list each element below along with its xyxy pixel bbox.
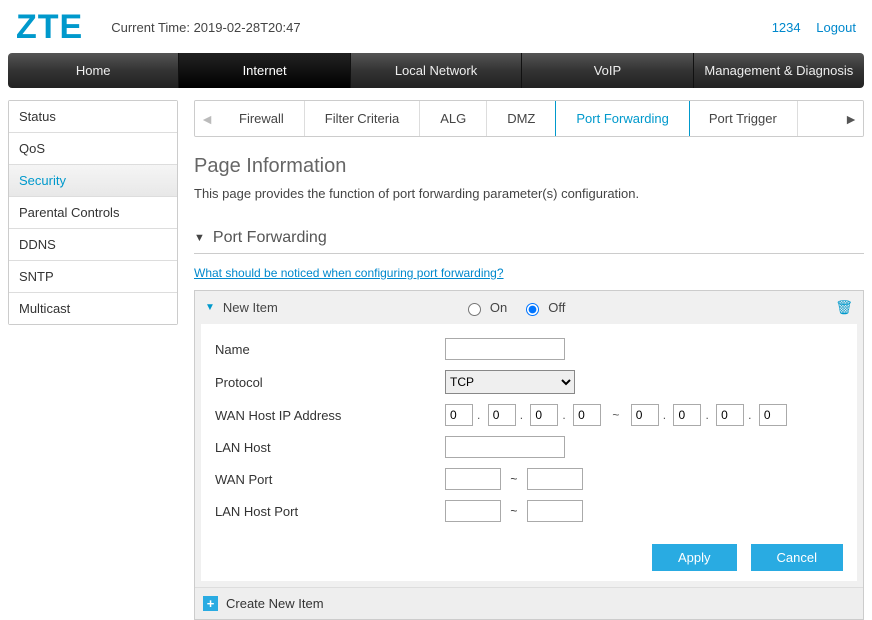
apply-button[interactable]: Apply (652, 544, 737, 571)
label-lan-host: LAN Host (215, 440, 445, 455)
brand-logo: ZTE (16, 8, 83, 47)
sidebar-item-multicast[interactable]: Multicast (9, 293, 177, 324)
nav-voip[interactable]: VoIP (522, 53, 693, 88)
section-port-forwarding: ▼ Port Forwarding (194, 223, 864, 254)
wan-ip-end-4[interactable] (759, 404, 787, 426)
radio-on[interactable] (468, 303, 481, 316)
subnav-next-icon[interactable]: ► (839, 101, 863, 136)
wan-ip-end-1[interactable] (631, 404, 659, 426)
wan-port-end[interactable] (527, 468, 583, 490)
radio-off-label: Off (548, 300, 565, 315)
tab-firewall[interactable]: Firewall (219, 101, 305, 136)
user-link[interactable]: 1234 (772, 20, 801, 35)
subnav: ◄ Firewall Filter Criteria ALG DMZ Port … (194, 100, 864, 137)
wan-ip-end-2[interactable] (673, 404, 701, 426)
nav-home[interactable]: Home (8, 53, 179, 88)
collapse-icon[interactable]: ▼ (194, 232, 205, 244)
panel-item-title: New Item (223, 300, 463, 315)
sidebar-item-qos[interactable]: QoS (9, 133, 177, 165)
wan-ip-end-3[interactable] (716, 404, 744, 426)
sidebar: Status QoS Security Parental Controls DD… (8, 100, 178, 325)
select-protocol[interactable]: TCP (445, 370, 575, 394)
sidebar-item-sntp[interactable]: SNTP (9, 261, 177, 293)
label-wan-port: WAN Port (215, 472, 445, 487)
label-protocol: Protocol (215, 375, 445, 390)
nav-local-network[interactable]: Local Network (351, 53, 522, 88)
create-new-item[interactable]: + Create New Item (195, 587, 863, 619)
subnav-prev-icon[interactable]: ◄ (195, 101, 219, 136)
label-wan-host-ip: WAN Host IP Address (215, 408, 445, 423)
page-title: Page Information (194, 155, 864, 178)
sidebar-item-security[interactable]: Security (9, 165, 177, 197)
wan-ip-start-1[interactable] (445, 404, 473, 426)
wan-ip-start-3[interactable] (530, 404, 558, 426)
main-nav: Home Internet Local Network VoIP Managem… (8, 53, 864, 88)
tab-dmz[interactable]: DMZ (487, 101, 556, 136)
sidebar-item-parental[interactable]: Parental Controls (9, 197, 177, 229)
tab-port-trigger[interactable]: Port Trigger (689, 101, 798, 136)
panel-collapse-icon[interactable]: ▼ (205, 302, 215, 313)
radio-on-label: On (490, 300, 507, 315)
logout-link[interactable]: Logout (816, 20, 856, 35)
lan-port-start[interactable] (445, 500, 501, 522)
wan-ip-start-2[interactable] (488, 404, 516, 426)
page-description: This page provides the function of port … (194, 186, 864, 201)
create-new-label: Create New Item (226, 596, 324, 611)
enable-radio-group: On Off (463, 300, 573, 316)
tab-alg[interactable]: ALG (420, 101, 487, 136)
section-title: Port Forwarding (213, 229, 327, 247)
port-forwarding-panel: ▼ New Item On Off 🗑 Name Protocol (194, 290, 864, 620)
tab-port-forwarding[interactable]: Port Forwarding (555, 100, 689, 137)
lan-port-end[interactable] (527, 500, 583, 522)
help-link[interactable]: What should be noticed when configuring … (194, 266, 504, 280)
input-name[interactable] (445, 338, 565, 360)
nav-internet[interactable]: Internet (179, 53, 350, 88)
sidebar-item-status[interactable]: Status (9, 101, 177, 133)
delete-icon[interactable]: 🗑 (835, 299, 853, 316)
sidebar-item-ddns[interactable]: DDNS (9, 229, 177, 261)
wan-port-start[interactable] (445, 468, 501, 490)
wan-ip-start-4[interactable] (573, 404, 601, 426)
plus-icon: + (203, 596, 218, 611)
nav-management[interactable]: Management & Diagnosis (694, 53, 864, 88)
current-time: Current Time: 2019-02-28T20:47 (111, 20, 759, 35)
label-lan-port: LAN Host Port (215, 504, 445, 519)
label-name: Name (215, 342, 445, 357)
tab-filter-criteria[interactable]: Filter Criteria (305, 101, 420, 136)
input-lan-host[interactable] (445, 436, 565, 458)
cancel-button[interactable]: Cancel (751, 544, 843, 571)
radio-off[interactable] (526, 303, 539, 316)
